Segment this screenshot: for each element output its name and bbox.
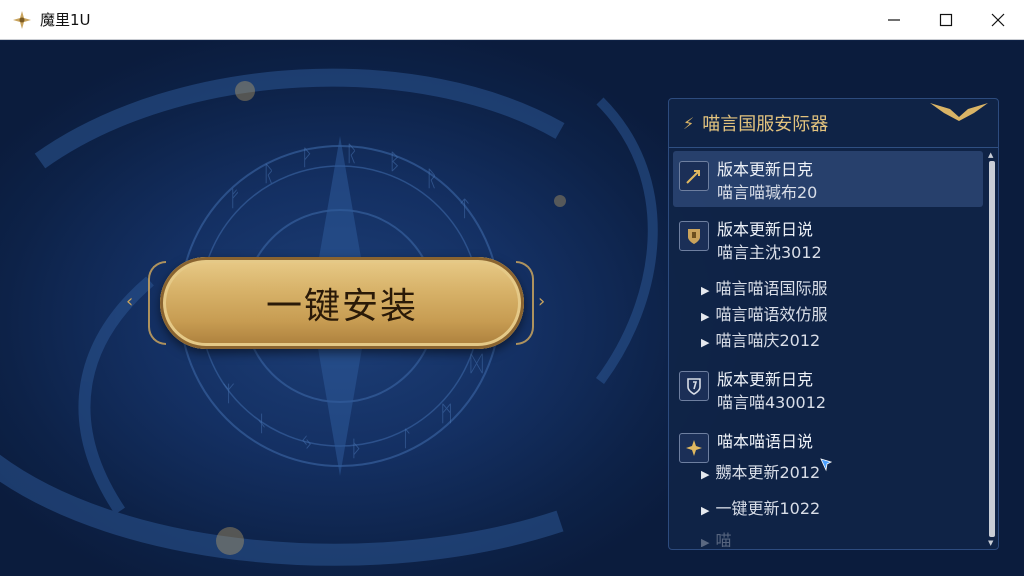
maximize-icon <box>939 13 953 27</box>
list-subitem[interactable]: ▶ 喵言喵语效仿服 <box>701 301 827 324</box>
minimize-icon <box>888 19 900 21</box>
svg-text:ᚱ: ᚱ <box>345 142 358 167</box>
svg-text:ᛉ: ᛉ <box>222 382 235 407</box>
svg-text:ᛃ: ᛃ <box>300 430 313 455</box>
arrow-icon <box>679 161 709 191</box>
list-item[interactable]: 版本更新日克 喵言喵430012 <box>673 361 983 417</box>
svg-text:ᛚ: ᛚ <box>400 427 413 452</box>
entry-title: 版本更新日说 <box>717 220 814 239</box>
scroll-up-arrow-icon[interactable]: ▲ <box>988 151 993 159</box>
mouse-cursor-icon <box>820 458 832 472</box>
wing-ornament-icon <box>930 103 988 121</box>
close-button[interactable] <box>972 0 1024 40</box>
svg-text:ᚱ: ᚱ <box>262 162 275 187</box>
entry-title: 喵本喵语日说 <box>717 432 814 451</box>
list-item[interactable]: 版本更新日克 喵言喵瑊布20 <box>673 151 983 207</box>
update-log-panel: ⚡ 喵言国服安际器 版本更新日克 喵言喵瑊布20 版本更新日说 喵言主沈3012 <box>668 98 999 550</box>
scrollbar-thumb[interactable] <box>989 161 995 537</box>
list-subitem[interactable]: ▶ 一键更新1022 <box>701 495 820 518</box>
app-logo-icon <box>13 10 31 29</box>
svg-text:ᛏ: ᛏ <box>458 197 471 222</box>
list-subitem[interactable]: ▶ 嬲本更新2012 <box>701 459 820 482</box>
svg-text:ᚹ: ᚹ <box>300 146 313 171</box>
svg-text:ᚦ: ᚦ <box>350 437 363 462</box>
svg-text:ᚠ: ᚠ <box>228 187 241 212</box>
entry-subtitle: 喵言主沈3012 <box>717 243 822 262</box>
shield-icon <box>679 371 709 401</box>
window-title: 魔里1U <box>40 11 91 29</box>
scrollbar[interactable]: ▲ ▼ <box>987 151 997 547</box>
svg-text:ᛒ: ᛒ <box>388 150 401 175</box>
update-list[interactable]: 版本更新日克 喵言喵瑊布20 版本更新日说 喵言主沈3012 ▶ 喵言喵语国际服 … <box>669 151 985 547</box>
entry-title: 版本更新日克 <box>717 160 814 179</box>
one-click-install-button[interactable]: 一键安装 <box>160 257 524 349</box>
svg-text:ᚾ: ᚾ <box>255 412 268 437</box>
list-subitem[interactable]: ▶ 喵言喵语国际服 <box>701 275 827 298</box>
minimize-button[interactable] <box>868 0 920 40</box>
svg-text:ᛗ: ᛗ <box>440 402 453 427</box>
list-subitem-faded[interactable]: ▶ 喵 <box>701 527 731 547</box>
shield-scroll-icon <box>679 221 709 251</box>
install-button-label: 一键安装 <box>265 286 418 327</box>
launcher-stage: ᚠᚱᚹ ᚱᛒᚱ ᛏᛞᛗ ᛚᚦᛃ ᚾᛉ ‹ 一键安装 › ⚡ 喵言国服安际器 版本… <box>0 41 1024 576</box>
entry-subtitle: 喵言喵瑊布20 <box>717 183 818 202</box>
list-item[interactable]: 版本更新日说 喵言主沈3012 <box>673 211 983 267</box>
install-area: ‹ 一键安装 › <box>126 253 556 353</box>
entry-title: 版本更新日克 <box>717 370 814 389</box>
svg-text:ᚱ: ᚱ <box>425 167 438 192</box>
maximize-button[interactable] <box>920 0 972 40</box>
svg-text:ᛞ: ᛞ <box>470 352 483 377</box>
window-controls <box>868 0 1024 40</box>
right-bracket-ornament <box>516 261 534 345</box>
lightning-icon: ⚡ <box>683 113 695 133</box>
scroll-down-arrow-icon[interactable]: ▼ <box>988 539 993 547</box>
panel-header: ⚡ 喵言国服安际器 <box>669 99 998 148</box>
prev-arrow-button[interactable]: ‹ <box>126 291 133 312</box>
title-bar: 魔里1U <box>0 0 1024 40</box>
list-subitem[interactable]: ▶ 喵言喵庆2012 <box>701 327 820 350</box>
entry-subtitle: 喵言喵430012 <box>717 393 827 412</box>
next-arrow-button[interactable]: › <box>538 291 545 312</box>
close-icon <box>991 13 1005 27</box>
panel-title: 喵言国服安际器 <box>702 114 829 135</box>
